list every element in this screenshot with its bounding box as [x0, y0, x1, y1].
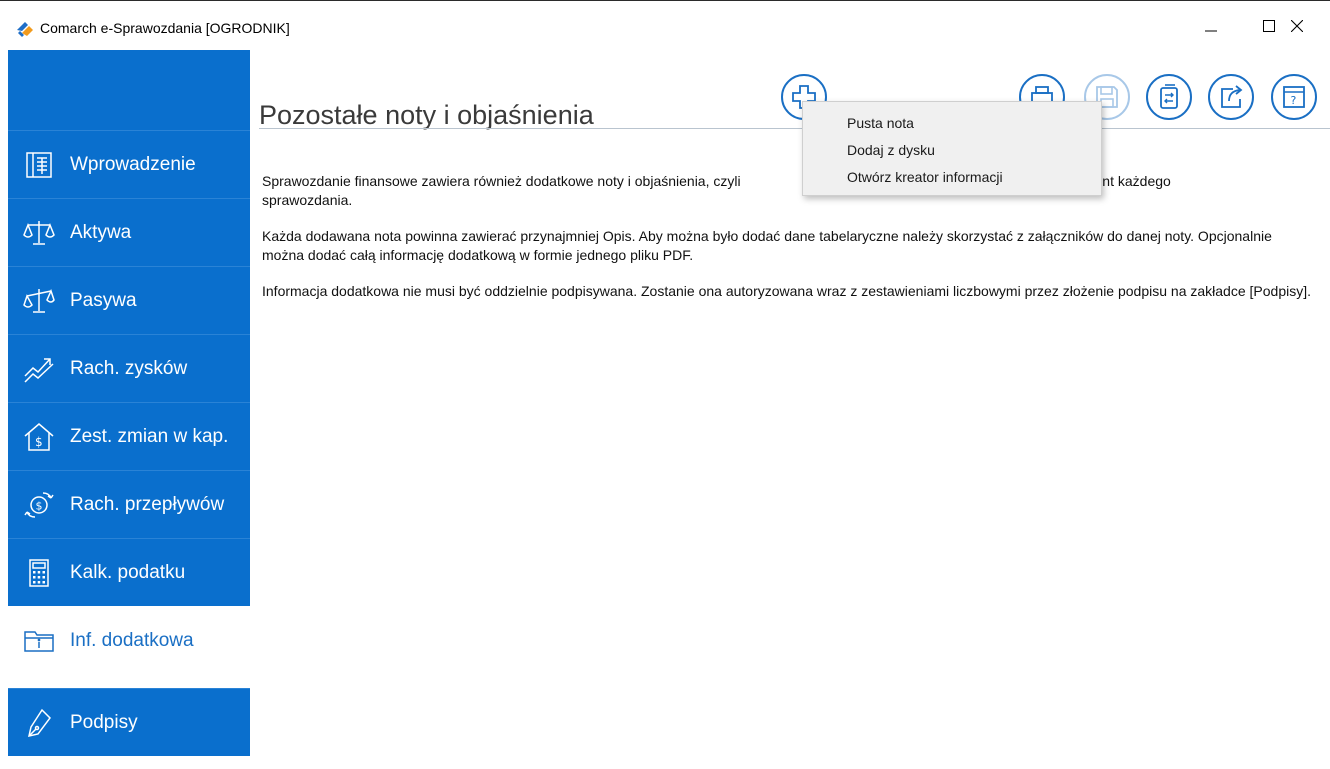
scales-icon	[8, 199, 70, 267]
house-dollar-icon: $	[8, 403, 70, 471]
money-flow-icon: $	[8, 471, 70, 539]
help-window-button[interactable]: ?	[1270, 73, 1318, 121]
close-button[interactable]	[1268, 2, 1326, 50]
paragraph-1-left: Sprawozdanie finansowe zawiera również d…	[262, 173, 741, 189]
minimize-icon	[1205, 30, 1217, 32]
app-logo-icon	[17, 22, 33, 37]
app-window: Comarch e-Sprawozdania [OGRODNIK] Wprowa…	[0, 0, 1330, 769]
sidebar-item-label: Inf. dodatkowa	[70, 629, 194, 651]
sidebar-item-kalk-podatku[interactable]: Kalk. podatku	[8, 538, 250, 606]
paragraph-2: Każda dodawana nota powinna zawierać prz…	[262, 228, 1272, 263]
paragraph-1: Sprawozdanie finansowe zawiera również d…	[262, 172, 1317, 210]
menu-item-pusta-nota[interactable]: Pusta nota	[847, 115, 914, 131]
sidebar-item-rach-zyskow[interactable]: Rach. zysków	[8, 334, 250, 402]
sidebar-item-podpisy[interactable]: Podpisy	[8, 688, 250, 756]
sidebar-item-inf-dodatkowa[interactable]: Inf. dodatkowa	[8, 606, 250, 674]
sidebar-item-label: Rach. przepływów	[70, 493, 225, 515]
menu-item-dodaj-z-dysku[interactable]: Dodaj z dysku	[847, 142, 935, 158]
chart-up-icon	[8, 335, 70, 403]
header-divider	[259, 128, 1330, 129]
sidebar-item-label: Podpisy	[70, 711, 138, 733]
svg-text:$: $	[36, 499, 43, 512]
paragraph-1-line2: sprawozdania.	[262, 192, 353, 208]
help-window-icon: ?	[1271, 74, 1317, 120]
folder-info-icon	[8, 607, 70, 675]
window-title: Comarch e-Sprawozdania [OGRODNIK]	[40, 20, 290, 36]
share-button[interactable]	[1207, 73, 1255, 121]
sidebar-item-label: Zest. zmian w kap.	[70, 425, 229, 447]
sidebar-item-aktywa[interactable]: Aktywa	[8, 198, 250, 266]
share-icon	[1208, 74, 1254, 120]
calculator-icon	[8, 539, 70, 607]
content-area: Sprawozdanie finansowe zawiera również d…	[262, 172, 1317, 318]
pen-icon	[8, 689, 70, 757]
sidebar-item-rach-przeplywow[interactable]: $ Rach. przepływów	[8, 470, 250, 538]
sidebar-item-label: Kalk. podatku	[70, 561, 186, 583]
close-icon	[1291, 20, 1303, 32]
sidebar: Wprowadzenie Aktywa Pasywa Rach. zysków …	[8, 50, 250, 769]
sidebar-item-pasywa[interactable]: Pasywa	[8, 266, 250, 334]
copy-icon	[1146, 74, 1192, 120]
book-icon	[8, 131, 70, 199]
sidebar-item-label: Wprowadzenie	[70, 153, 196, 175]
paragraph-3: Informacja dodatkowa nie musi być oddzie…	[262, 283, 1311, 299]
svg-text:$: $	[35, 435, 43, 449]
sidebar-item-label: Aktywa	[70, 221, 132, 243]
menu-item-kreator-informacji[interactable]: Otwórz kreator informacji	[847, 169, 1003, 185]
sidebar-item-label: Pasywa	[70, 289, 137, 311]
sidebar-item-wprowadzenie[interactable]: Wprowadzenie	[8, 130, 250, 198]
sidebar-header	[8, 50, 250, 130]
sidebar-item-zest-zmian[interactable]: $ Zest. zmian w kap.	[8, 402, 250, 470]
copy-button[interactable]	[1145, 73, 1193, 121]
title-bar[interactable]: Comarch e-Sprawozdania [OGRODNIK]	[0, 1, 1330, 49]
svg-text:?: ?	[1291, 94, 1297, 107]
page-title: Pozostałe noty i objaśnienia	[259, 100, 594, 131]
add-note-menu: Pusta nota Dodaj z dysku Otwórz kreator …	[802, 101, 1102, 196]
scales-tilted-icon	[8, 267, 70, 335]
minimize-button[interactable]	[1182, 2, 1240, 50]
sidebar-item-label: Rach. zysków	[70, 357, 188, 379]
